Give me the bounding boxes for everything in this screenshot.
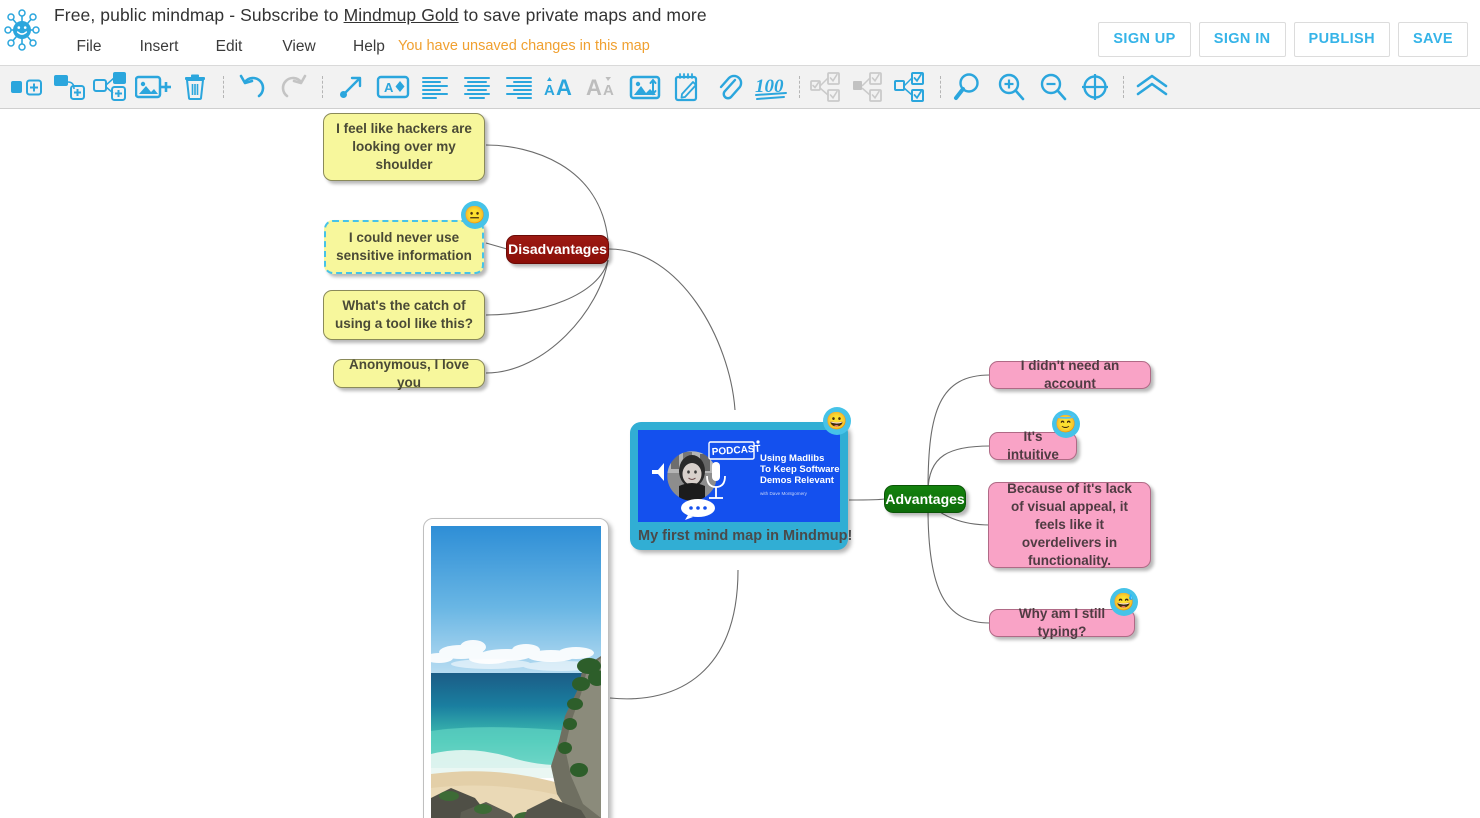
menu-edit[interactable]: Edit	[194, 34, 264, 60]
node-lack-of-visual-appeal[interactable]: Because of it's lack of visual appeal, i…	[988, 481, 1151, 568]
node-label: Anonymous, I love you	[348, 356, 470, 390]
node-label: Why am I still typing?	[1018, 606, 1106, 639]
align-left-icon[interactable]	[414, 67, 456, 107]
node-why-still-typing[interactable]: Why am I still typing?	[989, 606, 1135, 639]
node-label: Disadvantages	[508, 241, 607, 258]
node-checkbox-icon[interactable]	[891, 67, 933, 107]
app-header: Free, public mindmap - Subscribe to Mind…	[0, 0, 1480, 66]
progress-100-icon[interactable]: 100	[750, 67, 792, 107]
beach-photo-image	[431, 526, 601, 818]
node-label: What's the catch of using a tool like th…	[334, 298, 473, 331]
node-hackers[interactable]: I feel like hackers are looking over my …	[323, 113, 485, 181]
node-sensitive-information[interactable]: I could never use sensitive information	[324, 220, 484, 274]
collapse-toolbar-icon[interactable]	[1131, 67, 1173, 107]
auth-button-group: SIGN UP SIGN IN PUBLISH SAVE	[1098, 22, 1468, 57]
halo-face-icon: 😇	[1055, 414, 1077, 433]
node-color-icon[interactable]: A	[372, 67, 414, 107]
decrease-font-icon[interactable]: A A	[582, 67, 624, 107]
menu-view[interactable]: View	[264, 34, 334, 60]
redo-icon[interactable]	[273, 67, 315, 107]
mindmup-logo-icon[interactable]	[4, 8, 40, 52]
svg-text:A: A	[544, 82, 555, 99]
node-beach-photo[interactable]	[423, 518, 609, 818]
svg-text:Demos Relevant: Demos Relevant	[760, 475, 835, 486]
root-node-caption: My first mind map in Mindmup!	[638, 528, 853, 544]
svg-text:Using Madlibs: Using Madlibs	[760, 453, 824, 464]
emoji-badge-neutral-face[interactable]: 😐	[461, 201, 489, 229]
node-label: Advantages	[885, 490, 965, 507]
node-label: I could never use sensitive information	[336, 230, 472, 263]
add-subidea-icon[interactable]	[90, 67, 132, 107]
svg-text:with Dave Montgomery: with Dave Montgomery	[760, 491, 808, 496]
emoji-badge-grinning-face[interactable]: 😀	[823, 407, 851, 435]
node-no-account[interactable]: I didn't need an account	[989, 358, 1151, 391]
node-advantages[interactable]: Advantages	[884, 485, 966, 513]
podcast-cover-image: PODCAST Using Madlibs To Keep Software D…	[638, 430, 840, 522]
node-disadvantages[interactable]: Disadvantages	[506, 235, 609, 264]
mindmup-gold-link[interactable]: Mindmup Gold	[344, 5, 459, 25]
zoom-in-icon[interactable]	[990, 67, 1032, 107]
align-center-icon[interactable]	[456, 67, 498, 107]
main-toolbar: A A A A A 100	[0, 66, 1480, 109]
publish-button[interactable]: PUBLISH	[1293, 22, 1390, 57]
node-label: I didn't need an account	[1020, 358, 1120, 391]
center-map-icon[interactable]	[1074, 67, 1116, 107]
svg-text:A: A	[384, 80, 394, 95]
node-root[interactable]: PODCAST Using Madlibs To Keep Software D…	[630, 422, 853, 550]
align-right-icon[interactable]	[498, 67, 540, 107]
save-button[interactable]: SAVE	[1397, 22, 1468, 57]
menu-file[interactable]: File	[54, 34, 124, 60]
sign-up-button[interactable]: SIGN UP	[1098, 22, 1191, 57]
neutral-face-icon: 😐	[464, 205, 486, 224]
delete-icon[interactable]	[174, 67, 216, 107]
toolbar-separator	[223, 76, 224, 98]
node-label: I feel like hackers are looking over my …	[336, 121, 472, 172]
gold-banner: Free, public mindmap - Subscribe to Mind…	[54, 5, 707, 26]
node-label: Because of it's lack of visual appeal, i…	[1007, 481, 1132, 568]
mindmap-canvas[interactable]: I feel like hackers are looking over my …	[0, 110, 1480, 818]
zoom-fit-icon[interactable]	[948, 67, 990, 107]
increase-font-icon[interactable]: A A	[540, 67, 582, 107]
zoom-out-icon[interactable]	[1032, 67, 1074, 107]
collapse-all-checkbox-icon[interactable]	[807, 67, 849, 107]
menu-insert[interactable]: Insert	[124, 34, 194, 60]
sign-in-button[interactable]: SIGN IN	[1198, 22, 1286, 57]
banner-suffix: to save private maps and more	[458, 5, 707, 25]
svg-text:A: A	[586, 75, 602, 100]
menu-bar: File Insert Edit View Help	[54, 34, 404, 60]
sweat-grin-face-icon: 😅	[1113, 592, 1135, 611]
svg-text:To Keep Software: To Keep Software	[760, 464, 840, 475]
toolbar-separator	[799, 76, 800, 98]
banner-prefix: Free, public mindmap - Subscribe to	[54, 5, 344, 25]
select-subtree-checkbox-icon[interactable]	[849, 67, 891, 107]
menu-help[interactable]: Help	[334, 34, 404, 60]
add-child-idea-icon[interactable]	[48, 67, 90, 107]
undo-icon[interactable]	[231, 67, 273, 107]
insert-image-icon[interactable]	[132, 67, 174, 107]
toolbar-separator	[940, 76, 941, 98]
emoji-badge-halo-face[interactable]: 😇	[1052, 410, 1080, 438]
link-arrow-icon[interactable]	[330, 67, 372, 107]
unsaved-changes-status: You have unsaved changes in this map	[398, 38, 650, 54]
node-anonymous-i-love-you[interactable]: Anonymous, I love you	[333, 357, 485, 390]
attachment-icon[interactable]	[708, 67, 750, 107]
svg-text:A: A	[556, 75, 572, 100]
emoji-badge-sweat-grin-face[interactable]: 😅	[1110, 588, 1138, 616]
note-icon[interactable]	[666, 67, 708, 107]
add-sibling-idea-icon[interactable]	[6, 67, 48, 107]
grinning-face-icon: 😀	[826, 411, 848, 430]
toolbar-separator	[322, 76, 323, 98]
image-size-icon[interactable]	[624, 67, 666, 107]
toolbar-separator	[1123, 76, 1124, 98]
node-whats-the-catch[interactable]: What's the catch of using a tool like th…	[323, 290, 485, 340]
svg-text:A: A	[603, 82, 614, 99]
